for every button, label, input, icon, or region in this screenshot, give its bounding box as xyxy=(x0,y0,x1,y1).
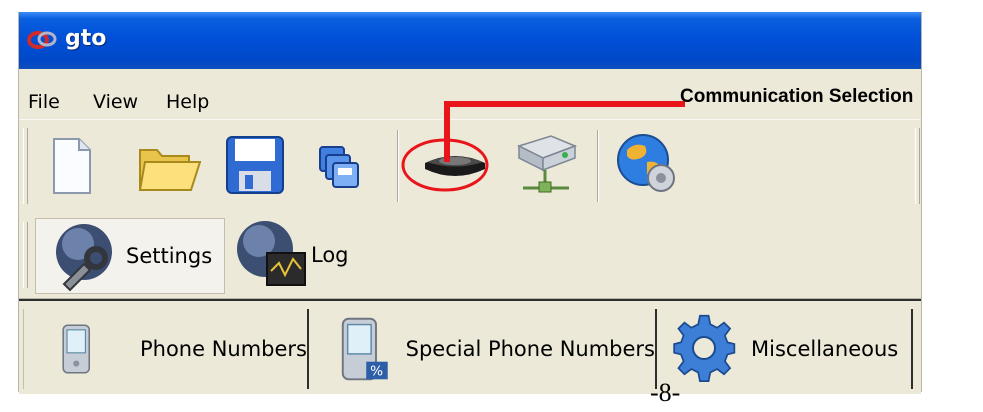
tab-special-phone-numbers-label: Special Phone Numbers xyxy=(405,337,655,361)
log-monitor-icon xyxy=(237,221,306,286)
callout-label: Communication Selection xyxy=(680,86,914,107)
main-toolbar xyxy=(19,101,921,213)
tab-phone-numbers-label: Phone Numbers xyxy=(139,337,307,361)
svg-text:%: % xyxy=(370,363,383,379)
window-title: gto xyxy=(65,26,107,51)
gear-icon xyxy=(673,314,736,382)
callout-highlight xyxy=(401,101,685,192)
tab-phone-numbers[interactable]: Phone Numbers xyxy=(23,309,309,389)
log-view-label: Log xyxy=(311,243,349,267)
application-window: gto File View Help Settings Log Phone Nu… xyxy=(18,12,922,394)
pda-percent-icon: % xyxy=(341,317,388,381)
settings-view-label: Settings xyxy=(126,244,213,268)
view-bar: Settings Log xyxy=(19,212,921,299)
viewbar-grip[interactable] xyxy=(23,222,28,288)
tab-miscellaneous-label: Miscellaneous xyxy=(751,337,899,361)
settings-wrench-icon xyxy=(56,224,112,292)
tab-miscellaneous[interactable]: Miscellaneous xyxy=(657,309,913,389)
tab-bar: Phone Numbers % Special Phone Numbers Mi… xyxy=(19,299,921,394)
log-view-button[interactable]: Log xyxy=(235,218,355,292)
toolbar-grip-right xyxy=(915,128,920,204)
settings-view-button[interactable]: Settings xyxy=(35,218,225,294)
title-bar[interactable]: gto xyxy=(19,12,921,69)
app-logo-icon xyxy=(27,31,57,49)
pda-device-icon xyxy=(62,324,91,374)
page-number: -8- xyxy=(650,378,681,407)
tab-special-phone-numbers[interactable]: % Special Phone Numbers xyxy=(309,309,657,389)
